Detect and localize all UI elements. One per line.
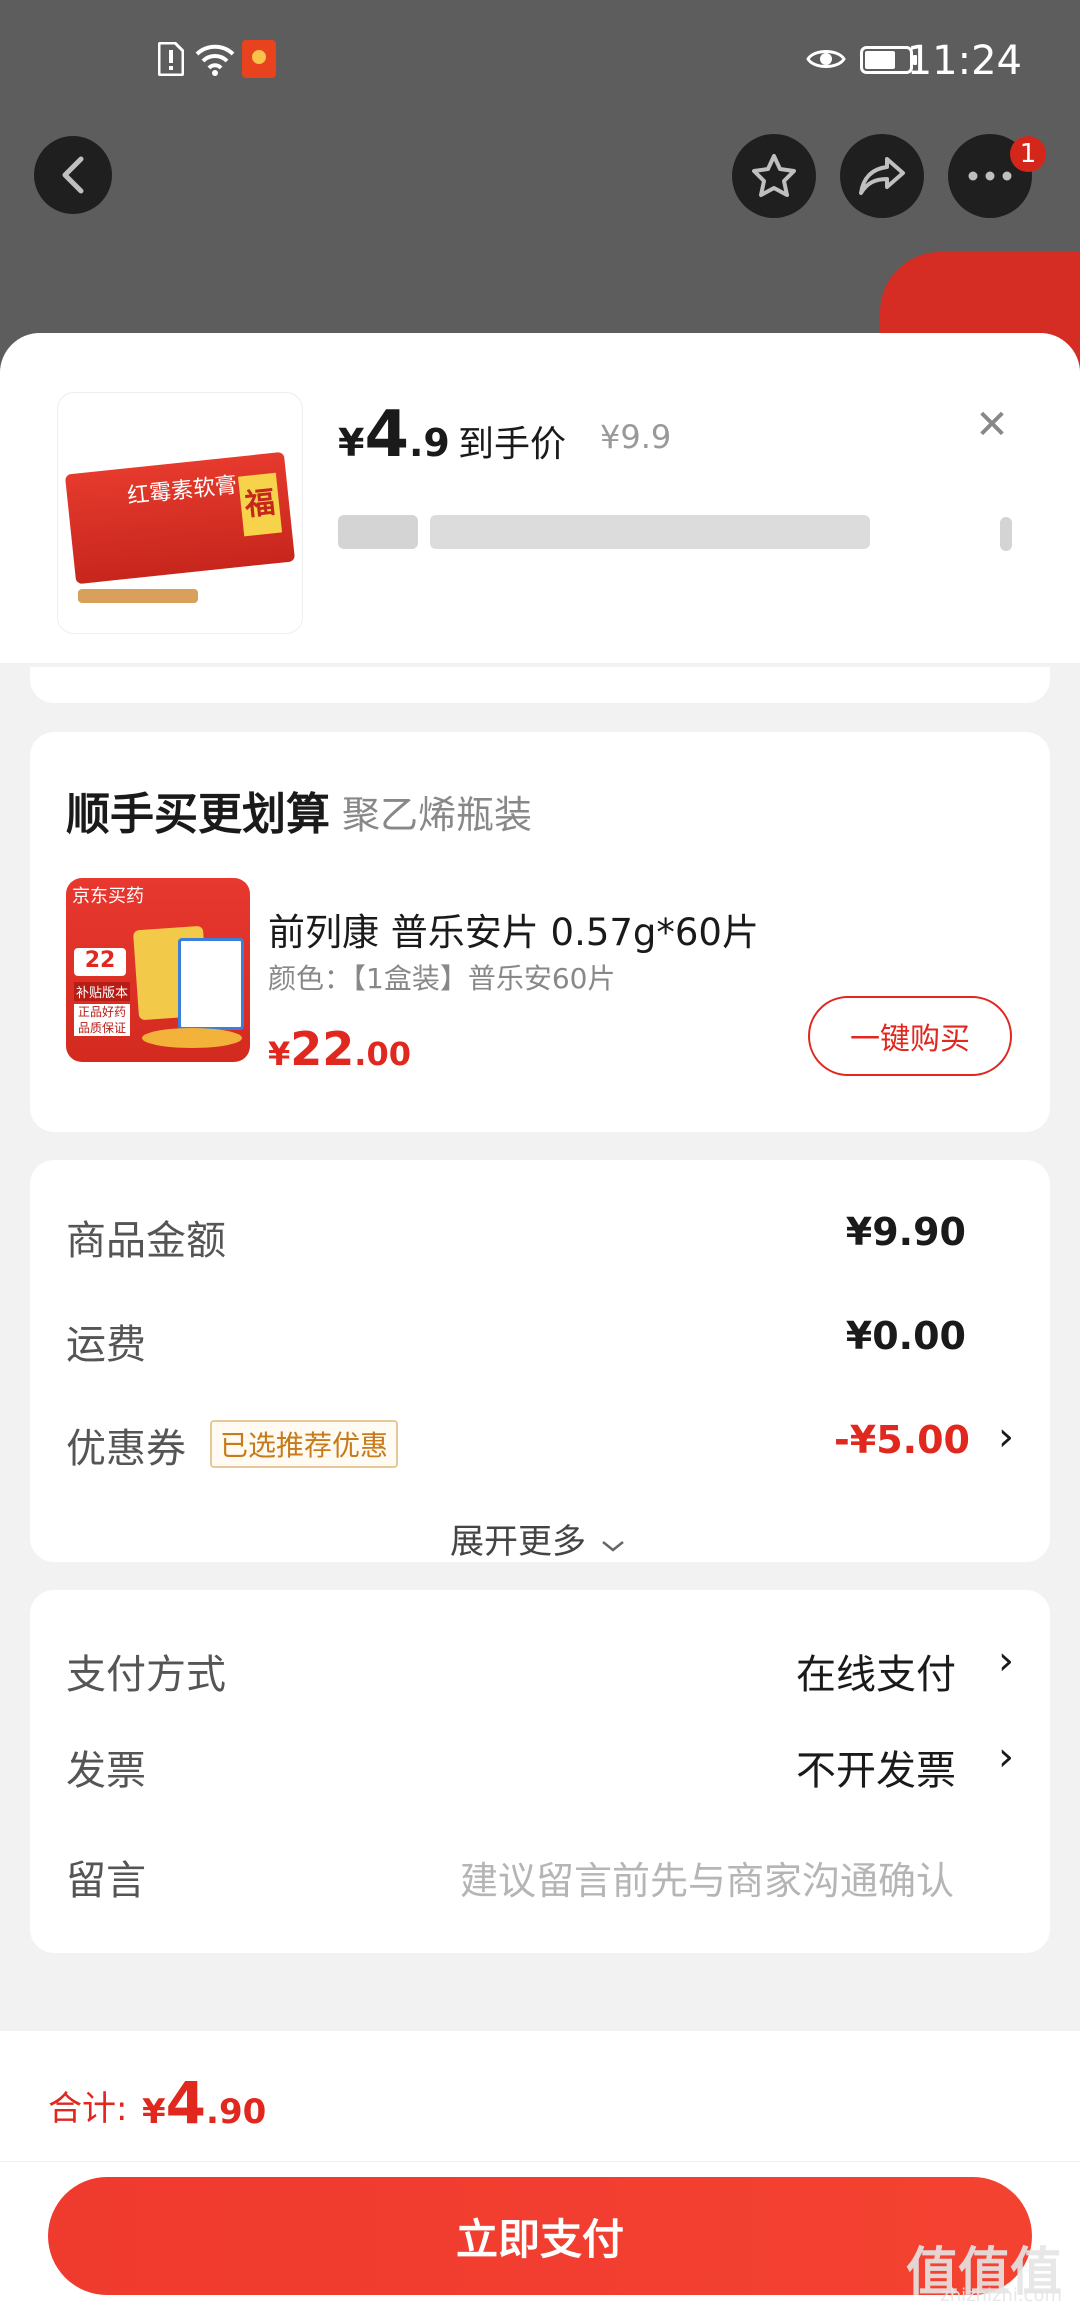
product-title-blurred-3 [1000, 517, 1012, 551]
status-time: 11:24 [906, 38, 1022, 84]
invoice-label: 发票 [66, 1748, 146, 1794]
watermark-sub: zhizhizhi.com [940, 2285, 1062, 2306]
bundle-card: 顺手买更划算 聚乙烯瓶装 京东买药 22 补贴版本 正品好药 品质保证 前列康 … [30, 732, 1050, 1132]
bundle-thumb-line1: 补贴版本 [74, 982, 130, 1001]
status-bar: 11:24 [0, 0, 1080, 120]
payment-method-value[interactable]: 在线支付 [796, 1642, 956, 1700]
invoice-chevron-icon[interactable]: › [998, 1734, 1014, 1780]
order-options-card: 支付方式 在线支付 › 发票 不开发票 › 留言 建议留言前先与商家沟通确认 [30, 1590, 1050, 1953]
price-summary-card: 商品金额 ¥9.90 运费 ¥0.00 优惠券 已选推荐优惠 -¥5.00 › … [30, 1160, 1050, 1562]
product-image: 红霉素软膏 福 [58, 393, 302, 633]
product-image-label: 红霉素软膏 [126, 472, 239, 510]
total-currency: ¥ [142, 2092, 166, 2132]
coupon-tag: 已选推荐优惠 [210, 1420, 399, 1468]
original-price: ¥9.9 [600, 418, 672, 456]
goods-amount-label: 商品金额 [66, 1218, 226, 1264]
note-input[interactable]: 建议留言前先与商家沟通确认 [460, 1850, 954, 1905]
note-label: 留言 [66, 1858, 146, 1904]
bundle-product-name[interactable]: 前列康 普乐安片 0.57g*60片 [268, 902, 759, 956]
shipping-label: 运费 [66, 1322, 146, 1368]
back-button[interactable] [34, 136, 112, 214]
wifi-icon [195, 42, 235, 80]
total-label: 合计: [48, 2089, 128, 2129]
bundle-thumb-price: 22 [74, 948, 126, 976]
payment-method-label: 支付方式 [66, 1652, 226, 1698]
coupon-chevron-icon[interactable]: › [998, 1414, 1014, 1460]
divider [0, 2161, 1080, 2162]
final-price-currency: ¥ [338, 421, 365, 465]
bundle-product-spec: 颜色：【1盒装】普乐安60片 [268, 962, 616, 995]
chevron-down-icon [602, 1541, 624, 1552]
total-int: 4 [165, 2069, 207, 2137]
bundle-title: 顺手买更划算 [66, 789, 330, 840]
product-title-blurred-2 [430, 515, 870, 549]
bundle-price-int: 22 [290, 1022, 355, 1076]
bundle-thumb-line2: 正品好药 品质保证 [74, 1004, 130, 1036]
bundle-product-price: ¥22.00 [268, 1022, 411, 1076]
goods-amount-value: ¥9.90 [845, 1210, 966, 1254]
close-icon: ✕ [975, 402, 1009, 448]
back-arrow-icon [62, 156, 84, 194]
invoice-value[interactable]: 不开发票 [796, 1738, 956, 1796]
final-price-int: 4 [364, 398, 409, 472]
more-icon [968, 171, 1012, 181]
payment-chevron-icon[interactable]: › [998, 1638, 1014, 1684]
star-icon [752, 154, 796, 197]
final-price: ¥4.9 [338, 398, 450, 472]
one-click-buy-button[interactable]: 一键购买 [808, 996, 1012, 1076]
bundle-thumb-badge: 京东买药 [72, 886, 144, 907]
red-packet-icon [242, 40, 276, 78]
final-price-dec: .9 [408, 421, 450, 465]
more-badge: 1 [1010, 136, 1046, 172]
eye-comfort-icon [806, 44, 846, 78]
bundle-price-dec: .00 [354, 1035, 411, 1073]
expand-more-button[interactable]: 展开更多 [450, 1514, 625, 1563]
total-value: ¥4.90 [142, 2069, 266, 2137]
coupon-label: 优惠券 [66, 1426, 186, 1472]
bundle-price-currency: ¥ [268, 1035, 291, 1073]
pay-now-button[interactable]: 立即支付 [48, 2177, 1032, 2295]
expand-more-label: 展开更多 [450, 1522, 586, 1562]
total-dec: .90 [206, 2092, 267, 2132]
product-image-char: 福 [238, 472, 283, 537]
share-button[interactable] [840, 134, 924, 218]
checkout-sheet: 红霉素软膏 福 ¥4.9 到手价 ¥9.9 ✕ 顺手买更划算 聚乙烯瓶装 京东买… [0, 333, 1080, 2310]
bundle-product-image[interactable]: 京东买药 22 补贴版本 正品好药 品质保证 [66, 878, 250, 1062]
share-icon [859, 157, 905, 195]
favorite-button[interactable] [732, 134, 816, 218]
coupon-value[interactable]: -¥5.00 [834, 1418, 970, 1462]
sku-card-stub [30, 667, 1050, 703]
product-title-blurred [338, 515, 418, 549]
close-button[interactable]: ✕ [970, 403, 1014, 447]
final-price-tag: 到手价 [458, 424, 567, 465]
sim-alert-icon [157, 41, 185, 80]
bundle-subtitle: 聚乙烯瓶装 [342, 793, 533, 837]
shipping-value: ¥0.00 [845, 1314, 966, 1358]
